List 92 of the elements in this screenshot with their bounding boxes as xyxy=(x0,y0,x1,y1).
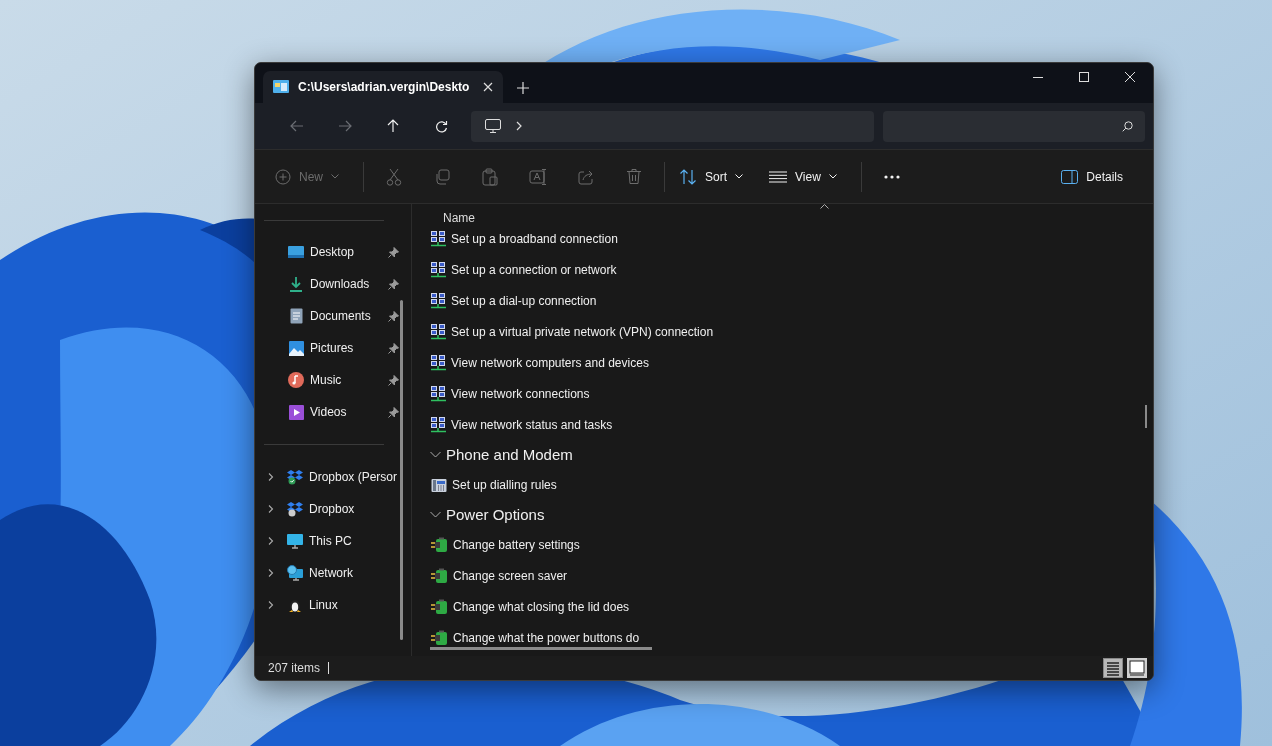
network-icon xyxy=(431,230,446,247)
tab[interactable]: C:\Users\adrian.vergin\Deskto xyxy=(263,71,503,103)
group-header[interactable]: Phone and Modem xyxy=(430,440,1153,469)
lines-icon xyxy=(769,170,788,183)
chevron-down-icon[interactable] xyxy=(430,451,441,458)
battery-plug-icon xyxy=(431,598,448,615)
tab-title: C:\Users\adrian.vergin\Deskto xyxy=(298,80,471,94)
dropbox-icon xyxy=(287,501,303,517)
search-field[interactable] xyxy=(883,110,1145,142)
chevron-right-icon[interactable] xyxy=(267,473,275,481)
group-header[interactable]: Power Options xyxy=(430,500,1153,529)
sidebar-item[interactable]: Music xyxy=(255,364,411,396)
pin-icon[interactable] xyxy=(388,278,399,290)
sidebar-item[interactable]: Videos xyxy=(255,396,411,428)
battery-plug-icon xyxy=(431,567,448,584)
close-icon[interactable] xyxy=(483,82,493,92)
item-count: 207 items xyxy=(268,661,321,675)
sidebar-item[interactable]: Desktop xyxy=(255,236,411,268)
new-tab-icon[interactable] xyxy=(517,82,529,94)
list-item[interactable]: View network connections xyxy=(430,378,1153,409)
list-item[interactable]: Set up a connection or network xyxy=(430,254,1153,285)
sidebar-item[interactable]: This PC xyxy=(255,525,411,557)
globe-monitor-icon xyxy=(287,565,303,581)
network-icon xyxy=(431,292,446,309)
chevron-right-icon[interactable] xyxy=(267,505,275,513)
forward-icon[interactable] xyxy=(338,120,352,132)
scrollbar-thumb[interactable] xyxy=(1145,405,1147,428)
refresh-icon[interactable] xyxy=(434,119,448,133)
sidebar-item[interactable]: Network xyxy=(255,557,411,589)
sort-button[interactable]: Sort xyxy=(671,160,752,193)
scrollbar-thumb[interactable] xyxy=(400,300,403,640)
list-item[interactable]: Change what the power buttons do xyxy=(430,622,1153,653)
pin-icon[interactable] xyxy=(388,246,399,258)
desktop-icon xyxy=(288,245,304,259)
caret-icon xyxy=(331,174,339,179)
sort-icon xyxy=(679,168,697,185)
network-icon xyxy=(431,354,446,371)
scrollbar-thumb[interactable] xyxy=(430,647,652,650)
sidebar-item[interactable]: Downloads xyxy=(255,268,411,300)
list-item[interactable]: View network computers and devices xyxy=(430,347,1153,378)
sidebar-item[interactable]: Documents xyxy=(255,300,411,332)
list-item[interactable]: Set up a dial-up connection xyxy=(430,285,1153,316)
more-icon[interactable] xyxy=(883,174,900,179)
chevron-down-icon[interactable] xyxy=(430,511,441,518)
search-icon xyxy=(1122,120,1133,132)
details-view-icon[interactable] xyxy=(1103,658,1123,678)
view-button[interactable]: View xyxy=(761,160,845,193)
list-item[interactable]: Change battery settings xyxy=(430,529,1153,560)
picture-icon xyxy=(288,340,304,356)
pin-icon[interactable] xyxy=(388,406,399,418)
battery-plug-icon xyxy=(431,536,448,553)
sidebar-item[interactable]: Dropbox xyxy=(255,493,411,525)
column-header[interactable]: Name xyxy=(443,211,475,226)
caret-icon xyxy=(828,174,837,179)
monitor-icon xyxy=(287,533,303,549)
list-item[interactable]: View network status and tasks xyxy=(430,409,1153,440)
document-icon xyxy=(289,308,303,324)
network-icon xyxy=(431,323,446,340)
list-item[interactable]: Set up a broadband connection xyxy=(430,223,1153,254)
pin-icon[interactable] xyxy=(388,310,399,322)
battery-plug-icon xyxy=(431,629,448,646)
tiles-view-icon[interactable] xyxy=(1127,658,1147,678)
list-item[interactable]: Set up dialling rules xyxy=(430,469,1153,500)
list-item[interactable]: Set up a virtual private network (VPN) connection xyxy=(430,316,1153,347)
dropbox-icon xyxy=(287,469,303,485)
network-icon xyxy=(431,261,446,278)
music-icon xyxy=(288,372,304,388)
up-icon[interactable] xyxy=(387,119,399,133)
penguin-icon xyxy=(288,597,302,613)
chevron-right-icon[interactable] xyxy=(267,601,275,609)
pin-icon[interactable] xyxy=(388,342,399,354)
list-item[interactable]: Change what closing the lid does xyxy=(430,591,1153,622)
sidebar-item[interactable]: Linux xyxy=(255,589,411,621)
chevron-right-icon[interactable] xyxy=(267,537,275,545)
plus-circle-icon xyxy=(275,168,291,185)
monitor-icon xyxy=(485,119,501,133)
phone-icon xyxy=(431,476,447,493)
download-icon xyxy=(289,276,303,292)
video-icon xyxy=(288,404,304,420)
network-icon xyxy=(431,416,446,433)
network-icon xyxy=(431,385,446,402)
back-icon[interactable] xyxy=(290,120,304,132)
details-pane-icon xyxy=(1061,169,1079,184)
details-button[interactable]: Details xyxy=(1053,160,1131,193)
folder-window-icon xyxy=(273,80,289,94)
chevron-right-icon[interactable] xyxy=(267,569,275,577)
sort-ascending-icon xyxy=(820,204,829,209)
caret-icon xyxy=(735,174,744,179)
pin-icon[interactable] xyxy=(388,374,399,386)
sidebar-item[interactable]: Dropbox (Persor xyxy=(255,461,411,493)
list-item[interactable]: Change screen saver xyxy=(430,560,1153,591)
sidebar-item[interactable]: Pictures xyxy=(255,332,411,364)
